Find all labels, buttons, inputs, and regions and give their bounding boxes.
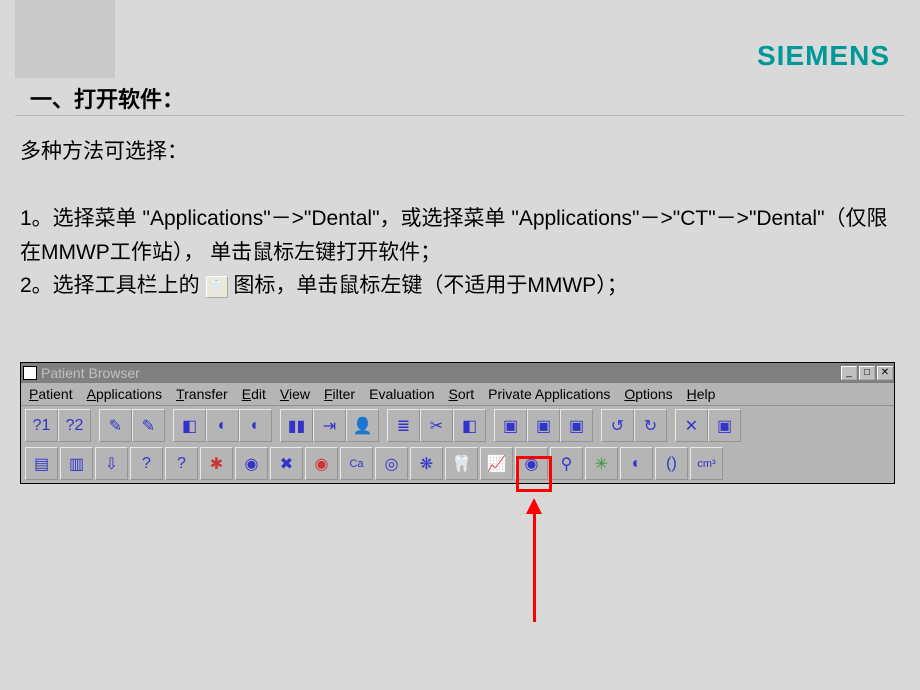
toolbar-button[interactable]: ◉: [235, 447, 268, 480]
menu-private-applications[interactable]: Private Applications: [488, 386, 610, 402]
toolbar-group: ?1?2: [25, 409, 91, 442]
toolbar-button[interactable]: ◎: [375, 447, 408, 480]
toolbar-row-2: ▤▥⇩??✱◉✖◉Ca◎❋🦷📈◉⚲✳◐()cm³: [25, 444, 890, 480]
toolbar-button[interactable]: ▤: [25, 447, 58, 480]
toolbar-button[interactable]: ▣: [527, 409, 560, 442]
siemens-logo: SIEMENS: [757, 40, 890, 72]
minimize-button[interactable]: _: [841, 366, 857, 380]
toolbar-button[interactable]: ◉: [305, 447, 338, 480]
toolbar-button[interactable]: ⇩: [95, 447, 128, 480]
step-2: 2。选择工具栏上的 🦷 图标，单击鼠标左键（不适用于MMWP）；: [20, 269, 890, 303]
toolbar-button[interactable]: cm³: [690, 447, 723, 480]
toolbar-button[interactable]: ◐: [620, 447, 653, 480]
divider: [15, 115, 905, 116]
toolbar-button[interactable]: ?: [165, 447, 198, 480]
menu-evaluation[interactable]: Evaluation: [369, 386, 434, 402]
toolbar-button[interactable]: ▣: [494, 409, 527, 442]
maximize-button[interactable]: □: [859, 366, 875, 380]
toolbar-button[interactable]: ▮▮: [280, 409, 313, 442]
toolbar-group: ◧◐◐: [173, 409, 272, 442]
toolbar-button[interactable]: ❋: [410, 447, 443, 480]
toolbar-button[interactable]: 📈: [480, 447, 513, 480]
toolbar-group: ↺↻: [601, 409, 667, 442]
toolbar-button[interactable]: ✱: [200, 447, 233, 480]
toolbar-button[interactable]: ↻: [634, 409, 667, 442]
toolbar-group: ✎✎: [99, 409, 165, 442]
header-accent-block: [15, 0, 115, 78]
titlebar: Patient Browser _ □ ✕: [21, 363, 894, 383]
toolbar-group: ✕▣: [675, 409, 741, 442]
menu-applications[interactable]: Applications: [87, 386, 163, 402]
toolbar-button[interactable]: 👤: [346, 409, 379, 442]
menubar: Patient Applications Transfer Edit View …: [21, 383, 894, 405]
toolbar-button[interactable]: ⚲: [550, 447, 583, 480]
toolbar-button[interactable]: ✎: [99, 409, 132, 442]
tooth-icon: 🦷: [206, 276, 228, 298]
intro-line: 多种方法可选择：: [20, 135, 890, 169]
menu-edit[interactable]: Edit: [242, 386, 266, 402]
toolbar-button[interactable]: ▣: [560, 409, 593, 442]
toolbar-button[interactable]: ≣: [387, 409, 420, 442]
toolbar-button[interactable]: ✖: [270, 447, 303, 480]
toolbar-button[interactable]: ?2: [58, 409, 91, 442]
toolbar-button[interactable]: ✎: [132, 409, 165, 442]
step-2-suffix: 图标，单击鼠标左键（不适用于MMWP）；: [233, 274, 627, 297]
toolbar-group: ≣✂◧: [387, 409, 486, 442]
toolbar-button[interactable]: ◧: [453, 409, 486, 442]
toolbar-button[interactable]: ◐: [239, 409, 272, 442]
toolbar-button[interactable]: ↺: [601, 409, 634, 442]
toolbar-button[interactable]: ◧: [173, 409, 206, 442]
menu-view[interactable]: View: [280, 386, 310, 402]
section-title: 一、打开软件：: [30, 85, 184, 116]
menu-options[interactable]: Options: [624, 386, 672, 402]
menu-sort[interactable]: Sort: [448, 386, 474, 402]
menu-help[interactable]: Help: [687, 386, 716, 402]
toolbar-button[interactable]: ✳: [585, 447, 618, 480]
menu-filter[interactable]: Filter: [324, 386, 355, 402]
toolbar-group: ▮▮⇥👤: [280, 409, 379, 442]
toolbar-button[interactable]: ?1: [25, 409, 58, 442]
toolbar-button[interactable]: ?: [130, 447, 163, 480]
toolbar-button[interactable]: ▥: [60, 447, 93, 480]
toolbar-button[interactable]: ◐: [206, 409, 239, 442]
window-title: Patient Browser: [41, 365, 140, 381]
toolbar-button[interactable]: (): [655, 447, 688, 480]
toolbar-group: ▣▣▣: [494, 409, 593, 442]
body-text: 多种方法可选择： 1。选择菜单 "Applications"－>"Dental"…: [20, 135, 890, 303]
system-icon[interactable]: [23, 366, 37, 380]
step-2-prefix: 2。选择工具栏上的: [20, 274, 200, 297]
toolbar-button[interactable]: Ca: [340, 447, 373, 480]
toolbar: ?1?2✎✎◧◐◐▮▮⇥👤≣✂◧▣▣▣↺↻✕▣▤▥⇩??✱◉✖◉Ca◎❋🦷📈◉⚲…: [21, 405, 894, 483]
toolbar-button[interactable]: ⇥: [313, 409, 346, 442]
step-1: 1。选择菜单 "Applications"－>"Dental"，或选择菜单 "A…: [20, 202, 890, 269]
patient-browser-window: Patient Browser _ □ ✕ Patient Applicatio…: [20, 362, 895, 484]
dental-button[interactable]: 🦷: [445, 447, 478, 480]
toolbar-button[interactable]: ✕: [675, 409, 708, 442]
toolbar-button[interactable]: ◉: [515, 447, 548, 480]
menu-transfer[interactable]: Transfer: [176, 386, 228, 402]
toolbar-button[interactable]: ▣: [708, 409, 741, 442]
arrow-line: [533, 512, 536, 622]
toolbar-button[interactable]: ✂: [420, 409, 453, 442]
menu-patient[interactable]: Patient: [29, 386, 73, 402]
close-button[interactable]: ✕: [877, 366, 893, 380]
